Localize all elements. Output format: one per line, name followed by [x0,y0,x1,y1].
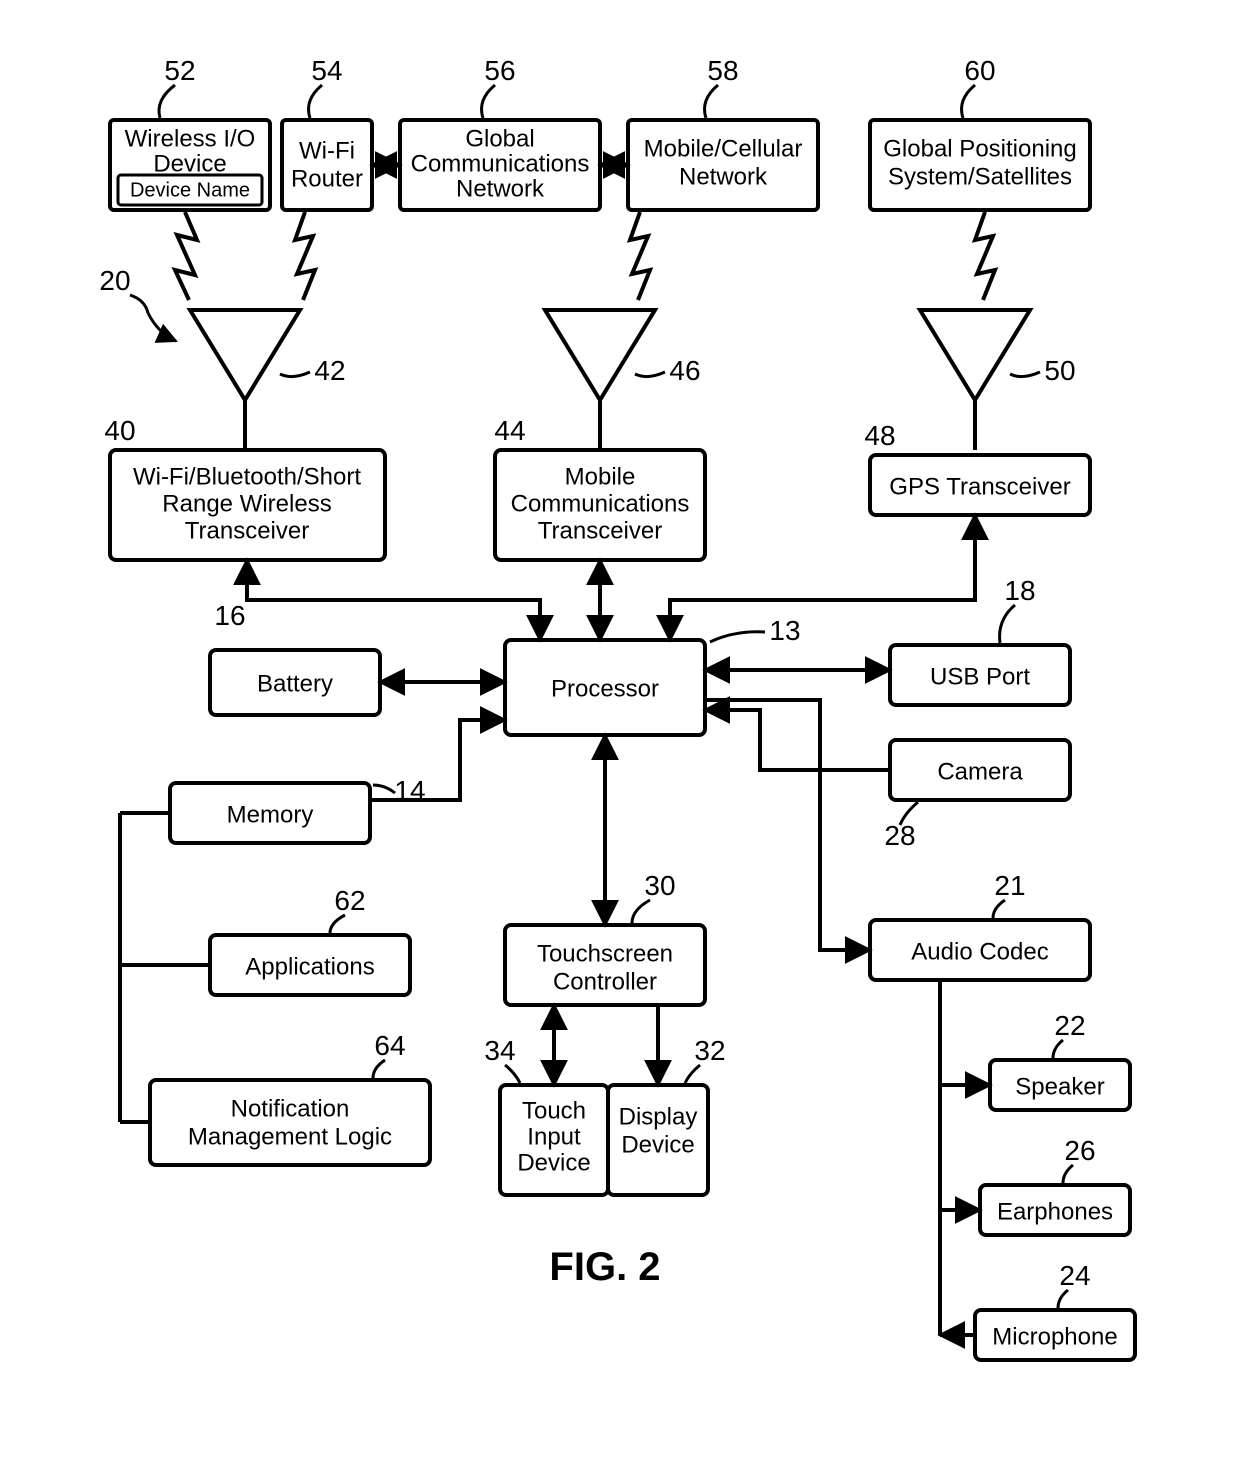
earphones-label: Earphones [997,1198,1113,1225]
tsctrl-l2: Controller [553,968,657,995]
ref-40: 40 [104,415,135,446]
ref-21: 21 [994,870,1025,901]
camera-label: Camera [937,758,1023,785]
ref-34: 34 [484,1035,515,1066]
antenna-42-icon [190,310,300,450]
ref-48: 48 [864,420,895,451]
mob-trx-l2: Communications [511,490,690,517]
battery-label: Battery [257,670,333,697]
notif-l1: Notification [231,1095,350,1122]
gcn-l3: Network [456,175,545,202]
wireless-io-label1: Wireless I/O [125,125,256,152]
block-diagram: Wireless I/O Device Device Name Wi-Fi Ro… [0,0,1240,1468]
ref-16: 16 [214,600,245,631]
gcn-l2: Communications [411,150,590,177]
ref-26: 26 [1064,1135,1095,1166]
mobnet-l2: Network [679,163,768,190]
antenna-46-icon [545,310,655,450]
gps-sat-l2: System/Satellites [888,163,1072,190]
ref-24: 24 [1059,1260,1090,1291]
touchinp-l1: Touch [522,1097,586,1124]
ref-30: 30 [644,870,675,901]
ref-60: 60 [964,55,995,86]
ref-13: 13 [769,615,800,646]
gps-trx: GPS Transceiver [889,473,1070,500]
microphone-label: Microphone [992,1323,1117,1350]
ref-44: 44 [494,415,525,446]
ref-52: 52 [164,55,195,86]
ref-62: 62 [334,885,365,916]
ref-64: 64 [374,1030,405,1061]
ref-18: 18 [1004,575,1035,606]
display-l2: Device [621,1131,694,1158]
gcn-l1: Global [465,125,534,152]
audio-codec-label: Audio Codec [911,938,1048,965]
ref-20: 20 [99,265,130,296]
mobnet-l1: Mobile/Cellular [644,135,803,162]
memory-label: Memory [227,801,314,828]
touchinp-l3: Device [517,1149,590,1176]
apps-label: Applications [245,953,374,980]
ref-42: 42 [314,355,345,386]
ref-22: 22 [1054,1010,1085,1041]
wifi-router-l1: Wi-Fi [299,137,355,164]
figure-label: FIG. 2 [549,1245,660,1289]
gps-sat-l1: Global Positioning [883,135,1076,162]
wifi-router-l2: Router [291,165,363,192]
tsctrl-l1: Touchscreen [537,940,673,967]
wifi-trx-l1: Wi-Fi/Bluetooth/Short [133,463,361,490]
ref-56: 56 [484,55,515,86]
ref-50: 50 [1044,355,1075,386]
display-l1: Display [619,1103,698,1130]
touchinp-l2: Input [527,1123,581,1150]
wifi-trx-l2: Range Wireless [162,490,331,517]
wifi-trx-l3: Transceiver [185,517,309,544]
notif-l2: Management Logic [188,1123,392,1150]
ref-46: 46 [669,355,700,386]
antenna-50-icon [920,310,1030,450]
usb-label: USB Port [930,663,1030,690]
mob-trx-l3: Transceiver [538,517,662,544]
ref-58: 58 [707,55,738,86]
speaker-label: Speaker [1015,1073,1104,1100]
ref-54: 54 [311,55,342,86]
mob-trx-l1: Mobile [565,463,636,490]
processor-label: Processor [551,675,659,702]
ref-32: 32 [694,1035,725,1066]
wireless-io-label2: Device [153,150,226,177]
device-name-label: Device Name [130,179,250,201]
